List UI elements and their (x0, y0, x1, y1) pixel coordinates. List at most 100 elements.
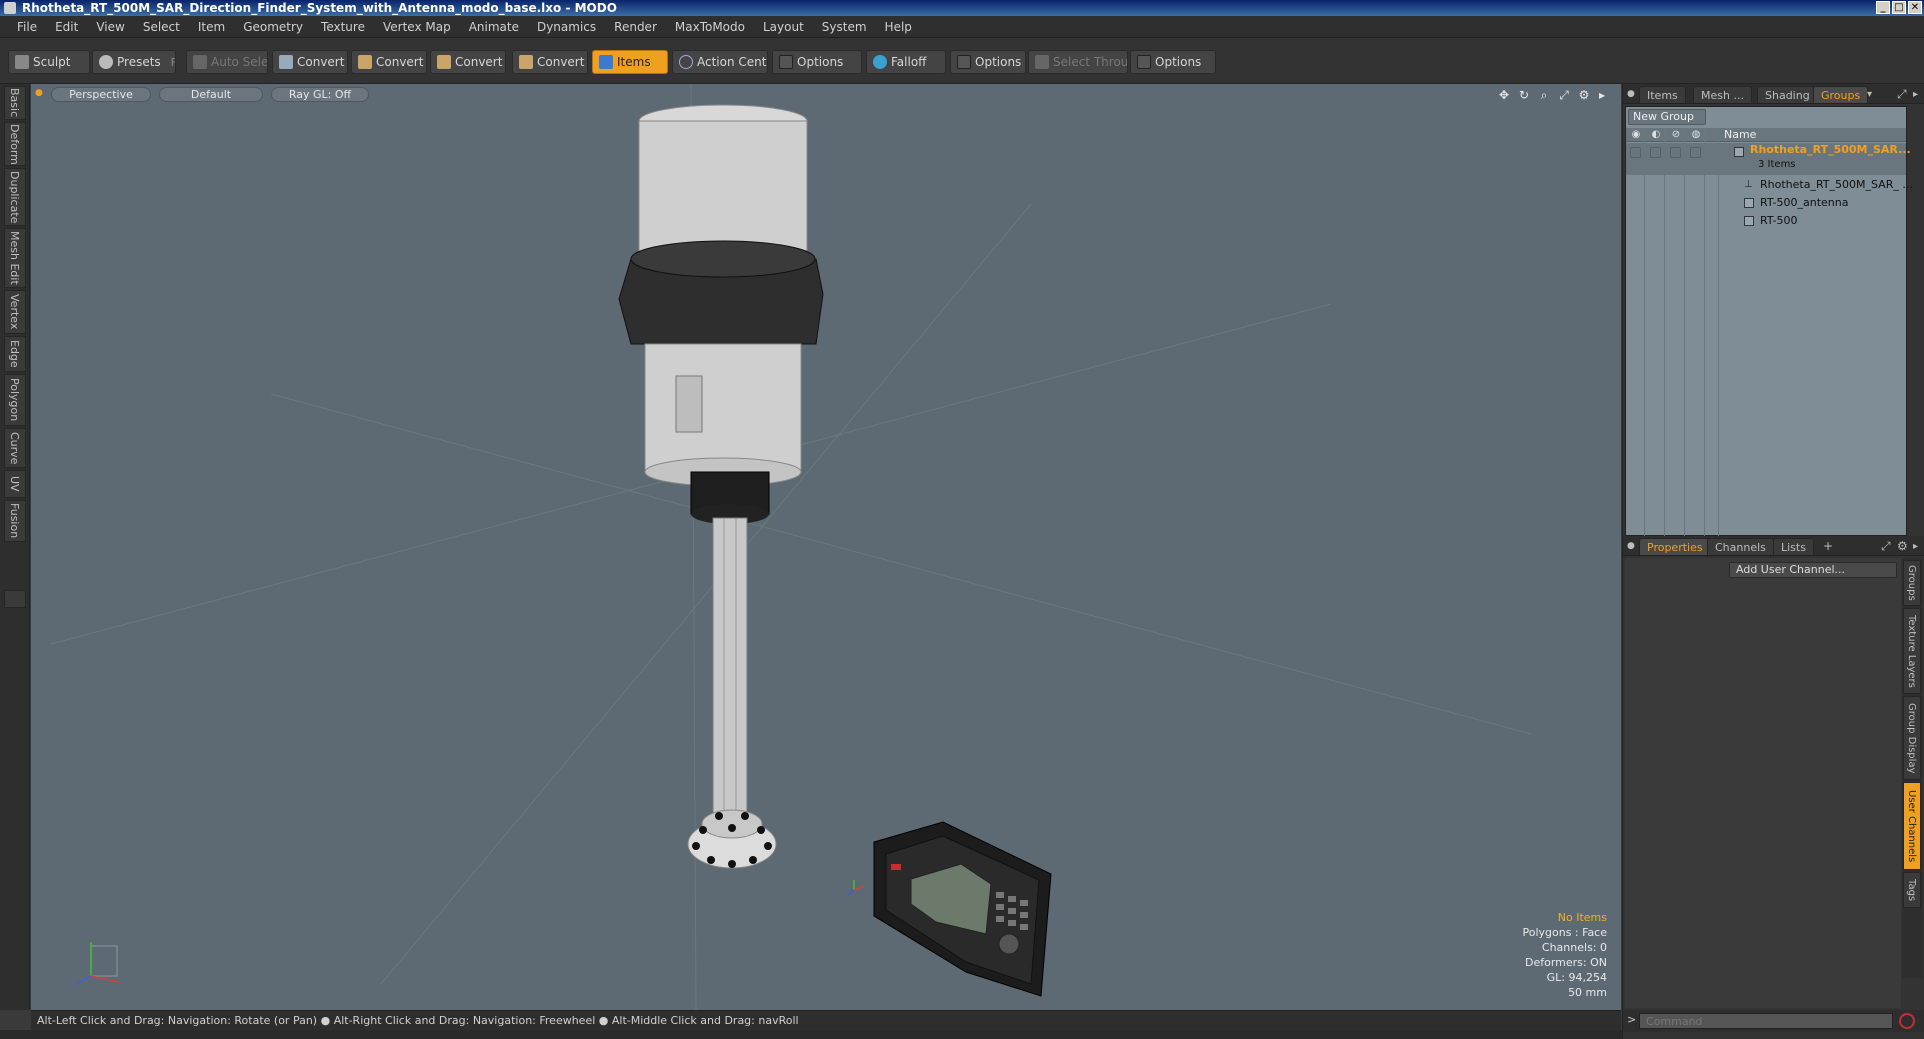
tab-basic[interactable]: Basic (4, 86, 26, 120)
convert-button-3[interactable]: Convert (430, 50, 506, 74)
panel-toggle-icon[interactable] (4, 590, 26, 608)
add-user-channel-button[interactable]: Add User Channel... (1729, 562, 1897, 578)
tab-uv[interactable]: UV (4, 470, 26, 498)
panel-arrow-icon[interactable]: ▸ (1913, 86, 1918, 103)
vtab-texture-layers[interactable]: Texture Layers (1903, 608, 1921, 694)
tab-fusion[interactable]: Fusion (4, 500, 26, 542)
tab-mesh-edit[interactable]: Mesh Edit (4, 228, 26, 288)
hud-scale: 50 mm (1568, 986, 1607, 999)
panel-menu-icon[interactable]: ● (1627, 86, 1635, 103)
menu-render[interactable]: Render (605, 16, 666, 38)
panel-expand-icon[interactable]: ⤢ (1897, 86, 1907, 103)
tab-deform[interactable]: Deform (4, 122, 26, 166)
tab-lists[interactable]: Lists (1773, 538, 1814, 555)
tab-groups[interactable]: Groups (1813, 86, 1869, 103)
rotate-view-icon[interactable]: ↻ (1517, 88, 1531, 102)
action-center-button[interactable]: Action Center (672, 50, 768, 74)
vtab-tags[interactable]: Tags (1903, 872, 1921, 908)
origin-gizmo (846, 880, 865, 897)
group-child-row[interactable]: RT-500 (1626, 212, 1906, 230)
tab-items[interactable]: Items (1639, 86, 1686, 103)
record-icon[interactable] (1899, 1013, 1915, 1029)
render-toggle[interactable] (1650, 147, 1661, 158)
vtab-user-channels[interactable]: User Channels (1903, 782, 1921, 870)
viewport-settings-icon[interactable]: ⚙ (1577, 88, 1591, 102)
menu-geometry[interactable]: Geometry (234, 16, 312, 38)
options-button-1[interactable]: Options (772, 50, 862, 74)
options-button-3[interactable]: Options (1130, 50, 1216, 74)
auto-select-button[interactable]: Auto Select (186, 50, 268, 74)
presets-button[interactable]: Presets F6 (92, 50, 176, 74)
menu-animate[interactable]: Animate (460, 16, 528, 38)
new-group-button[interactable]: New Group (1628, 109, 1706, 125)
menu-dynamics[interactable]: Dynamics (528, 16, 605, 38)
tab-curve[interactable]: Curve (4, 428, 26, 468)
tab-vertex[interactable]: Vertex (4, 290, 26, 334)
tab-channels[interactable]: Channels (1707, 538, 1774, 555)
menu-help[interactable]: Help (876, 16, 921, 38)
visibility-toggle[interactable] (1630, 147, 1641, 158)
tab-dropdown-icon[interactable]: ▾ (1867, 86, 1872, 103)
add-tab-button[interactable]: + (1823, 538, 1833, 555)
select-through-button[interactable]: Select Through (1028, 50, 1128, 74)
select-column-icon[interactable]: ◍ (1690, 129, 1702, 141)
fit-view-icon[interactable]: ⤢ (1557, 88, 1571, 102)
convert-label-3: Convert (455, 55, 503, 69)
shading-dropdown[interactable]: Default (159, 87, 263, 102)
minimize-button[interactable]: _ (1876, 1, 1890, 14)
close-button[interactable]: ✕ (1908, 1, 1922, 14)
zoom-view-icon[interactable]: ⌕ (1537, 88, 1551, 102)
options-label-3: Options (1155, 55, 1202, 69)
panel-arrow-icon[interactable]: ▸ (1913, 538, 1918, 555)
menu-layout[interactable]: Layout (754, 16, 813, 38)
group-child-row[interactable]: RT-500_antenna (1626, 194, 1906, 212)
vtab-group-display[interactable]: Group Display (1903, 696, 1921, 780)
sculpt-button[interactable]: Sculpt (8, 50, 90, 74)
items-icon (599, 55, 613, 69)
tab-duplicate[interactable]: Duplicate (4, 168, 26, 226)
crosshair-icon (679, 55, 693, 69)
vtab-groups[interactable]: Groups (1903, 560, 1921, 606)
viewport-menu-icon[interactable]: ● (35, 88, 45, 98)
tab-edge[interactable]: Edge (4, 336, 26, 372)
select-toggle[interactable] (1690, 147, 1701, 158)
convert-button-1[interactable]: Convert (272, 50, 348, 74)
tab-properties[interactable]: Properties (1639, 538, 1711, 555)
maximize-button[interactable]: □ (1892, 1, 1906, 14)
panel-expand-icon[interactable]: ⤢ (1881, 538, 1891, 555)
3d-viewport[interactable]: ● Perspective Default Ray GL: Off ✥ ↻ ⌕ … (31, 84, 1621, 1010)
panel-menu-icon[interactable]: ● (1627, 538, 1635, 555)
menu-vertex-map[interactable]: Vertex Map (374, 16, 460, 38)
menu-select[interactable]: Select (134, 16, 189, 38)
falloff-button[interactable]: Falloff (866, 50, 946, 74)
visibility-column-icon[interactable]: ◉ (1630, 129, 1642, 141)
lock-toggle[interactable] (1670, 147, 1681, 158)
move-view-icon[interactable]: ✥ (1497, 88, 1511, 102)
menu-system[interactable]: System (813, 16, 876, 38)
menu-item[interactable]: Item (189, 16, 234, 38)
convert-button-4[interactable]: Convert (512, 50, 588, 74)
menu-view[interactable]: View (87, 16, 133, 38)
command-input[interactable] (1639, 1013, 1893, 1029)
render-column-icon[interactable]: ◐ (1650, 129, 1662, 141)
convert-button-2[interactable]: Convert (351, 50, 427, 74)
control-unit-model (873, 821, 1052, 997)
tab-shading[interactable]: Shading (1757, 86, 1818, 103)
options-button-2[interactable]: Options (950, 50, 1026, 74)
viewport-more-icon[interactable]: ▸ (1595, 88, 1609, 102)
name-column-header[interactable]: Name (1724, 128, 1756, 142)
menu-file[interactable]: File (8, 16, 46, 38)
items-mode-button[interactable]: Items (592, 50, 668, 74)
ray-gl-toggle[interactable]: Ray GL: Off (271, 87, 369, 102)
group-child-row[interactable]: ⊥ Rhotheta_RT_500M_SAR_ ... (1626, 176, 1913, 194)
menu-maxtomodo[interactable]: MaxToModo (666, 16, 754, 38)
lock-column-icon[interactable]: ⊘ (1670, 129, 1682, 141)
falloff-label: Falloff (891, 55, 927, 69)
tab-mesh[interactable]: Mesh ... (1693, 86, 1752, 103)
tab-polygon[interactable]: Polygon (4, 374, 26, 426)
view-mode-dropdown[interactable]: Perspective (51, 87, 151, 102)
menu-texture[interactable]: Texture (312, 16, 374, 38)
menu-edit[interactable]: Edit (46, 16, 87, 38)
group-row-root[interactable]: Rhotheta_RT_500M_SAR... 3 Items (1626, 143, 1911, 175)
panel-settings-icon[interactable]: ⚙ (1897, 538, 1908, 555)
